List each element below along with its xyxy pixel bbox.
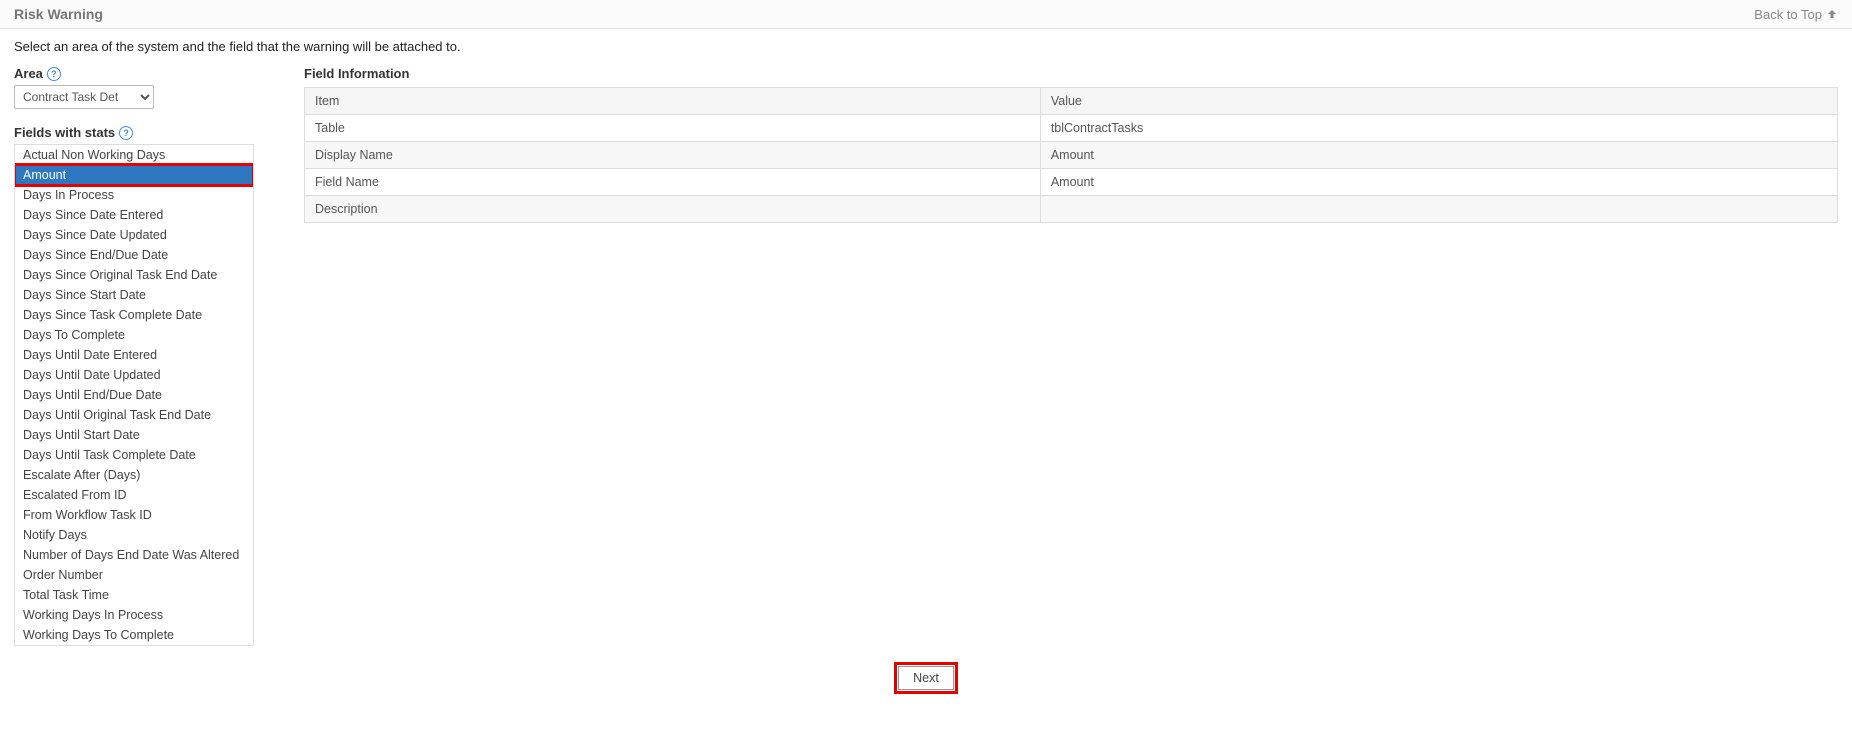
header-item: Item (305, 88, 1041, 115)
field-item[interactable]: Working Days To Complete (15, 625, 253, 645)
back-to-top-label: Back to Top (1754, 7, 1822, 22)
arrow-up-icon (1826, 8, 1838, 20)
cell-value: Amount (1040, 169, 1837, 196)
field-item[interactable]: Total Task Time (15, 585, 253, 605)
area-select[interactable]: Contract Task Det (14, 85, 154, 109)
field-item[interactable]: Notify Days (15, 525, 253, 545)
field-item[interactable]: Days Until End/Due Date (15, 385, 253, 405)
help-icon[interactable]: ? (119, 126, 133, 140)
next-button[interactable]: Next (898, 666, 954, 690)
footer-actions: Next (14, 666, 1838, 690)
field-item[interactable]: Days In Process (15, 185, 253, 205)
field-item[interactable]: Days Since Task Complete Date (15, 305, 253, 325)
table-row: Description (305, 196, 1838, 223)
field-item[interactable]: Days Until Date Entered (15, 345, 253, 365)
right-column: Field Information Item Value TabletblCon… (304, 66, 1838, 223)
field-item[interactable]: Working Days In Process (15, 605, 253, 625)
cell-item: Field Name (305, 169, 1041, 196)
fields-label: Fields with stats (14, 125, 115, 140)
field-item[interactable]: Actual Non Working Days (15, 145, 253, 165)
field-item[interactable]: Days Since Date Entered (15, 205, 253, 225)
table-header-row: Item Value (305, 88, 1838, 115)
field-item[interactable]: Days Since Date Updated (15, 225, 253, 245)
field-item[interactable]: Days Until Date Updated (15, 365, 253, 385)
columns: Area ? Contract Task Det Fields with sta… (14, 66, 1838, 646)
field-item[interactable]: Days Until Task Complete Date (15, 445, 253, 465)
table-row: Field NameAmount (305, 169, 1838, 196)
fields-listbox[interactable]: Actual Non Working DaysAmountDays In Pro… (14, 144, 254, 646)
page-header: Risk Warning Back to Top (0, 0, 1852, 29)
area-label-row: Area ? (14, 66, 264, 81)
field-item[interactable]: Days Since Start Date (15, 285, 253, 305)
back-to-top-link[interactable]: Back to Top (1754, 7, 1838, 22)
field-item[interactable]: Amount (15, 165, 253, 185)
field-item[interactable]: Days Since Original Task End Date (15, 265, 253, 285)
field-item[interactable]: From Workflow Task ID (15, 505, 253, 525)
content-area: Select an area of the system and the fie… (0, 29, 1852, 700)
field-item[interactable]: Days Until Original Task End Date (15, 405, 253, 425)
page-title: Risk Warning (14, 6, 103, 22)
cell-value (1040, 196, 1837, 223)
field-item[interactable]: Days Until Start Date (15, 425, 253, 445)
field-item[interactable]: Order Number (15, 565, 253, 585)
table-row: Display NameAmount (305, 142, 1838, 169)
cell-item: Description (305, 196, 1041, 223)
cell-value: tblContractTasks (1040, 115, 1837, 142)
field-information-title: Field Information (304, 66, 1838, 81)
field-item[interactable]: Escalate After (Days) (15, 465, 253, 485)
field-item[interactable]: Escalated From ID (15, 485, 253, 505)
field-item[interactable]: Days Since End/Due Date (15, 245, 253, 265)
cell-value: Amount (1040, 142, 1837, 169)
fields-label-row: Fields with stats ? (14, 125, 264, 140)
field-item[interactable]: Days To Complete (15, 325, 253, 345)
cell-item: Table (305, 115, 1041, 142)
field-information-table: Item Value TabletblContractTasksDisplay … (304, 87, 1838, 223)
instruction-text: Select an area of the system and the fie… (14, 39, 1838, 54)
cell-item: Display Name (305, 142, 1041, 169)
header-value: Value (1040, 88, 1837, 115)
help-icon[interactable]: ? (47, 67, 61, 81)
left-column: Area ? Contract Task Det Fields with sta… (14, 66, 264, 646)
area-label: Area (14, 66, 43, 81)
field-item[interactable]: Number of Days End Date Was Altered (15, 545, 253, 565)
table-row: TabletblContractTasks (305, 115, 1838, 142)
